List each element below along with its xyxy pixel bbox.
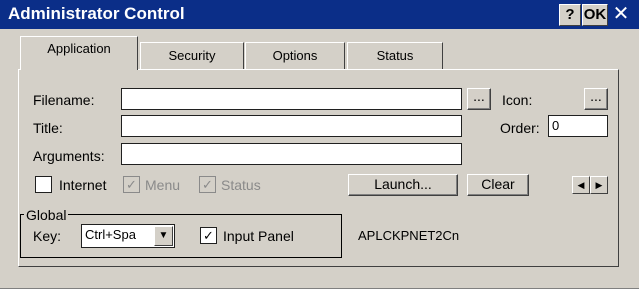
key-label: Key:	[33, 228, 62, 244]
input-panel-label: Input Panel	[223, 228, 294, 244]
icon-label: Icon:	[502, 92, 533, 108]
global-group-label: Global	[25, 206, 68, 224]
title-label: Title:	[33, 120, 63, 136]
internet-label: Internet	[59, 177, 107, 193]
filename-label: Filename:	[33, 92, 95, 108]
help-button[interactable]: ?	[559, 4, 581, 26]
input-panel-checkbox[interactable]: ✓	[200, 227, 217, 244]
filename-field[interactable]	[121, 88, 462, 110]
internet-checkbox[interactable]	[35, 176, 52, 193]
filename-browse-button[interactable]: ...	[467, 88, 491, 110]
tab-options[interactable]: Options	[245, 42, 345, 69]
tab-application[interactable]: Application	[20, 36, 138, 70]
title-bar: Administrator Control ? OK ✕	[0, 0, 639, 29]
launch-button[interactable]: Launch...	[348, 174, 458, 196]
clear-button[interactable]: Clear	[467, 174, 529, 196]
icon-browse-button[interactable]: ...	[584, 88, 608, 110]
status-label: Status	[221, 177, 261, 193]
status-checkbox: ✓	[199, 176, 216, 193]
order-field[interactable]: 0	[548, 115, 608, 137]
menu-checkbox: ✓	[123, 176, 140, 193]
chevron-down-icon[interactable]: ▼	[154, 226, 173, 246]
order-label: Order:	[500, 120, 540, 136]
arguments-label: Arguments:	[33, 148, 105, 164]
next-arrow-icon[interactable]: ▶	[590, 176, 608, 194]
arguments-field[interactable]	[121, 143, 462, 165]
device-name: APLCKPNET2Cn	[358, 228, 460, 243]
admin-control-window: Administrator Control ? OK ✕ Application…	[0, 0, 639, 289]
title-field[interactable]	[121, 115, 462, 137]
prev-arrow-icon[interactable]: ◀	[572, 176, 590, 194]
menu-label: Menu	[145, 177, 181, 193]
ok-button[interactable]: OK	[582, 4, 608, 26]
groupbox-top-left-line	[20, 214, 24, 215]
tab-security[interactable]: Security	[140, 42, 244, 69]
groupbox-top-right-line	[68, 214, 342, 215]
close-icon[interactable]: ✕	[608, 2, 634, 28]
tab-status[interactable]: Status	[347, 42, 443, 69]
window-title: Administrator Control	[8, 4, 185, 23]
